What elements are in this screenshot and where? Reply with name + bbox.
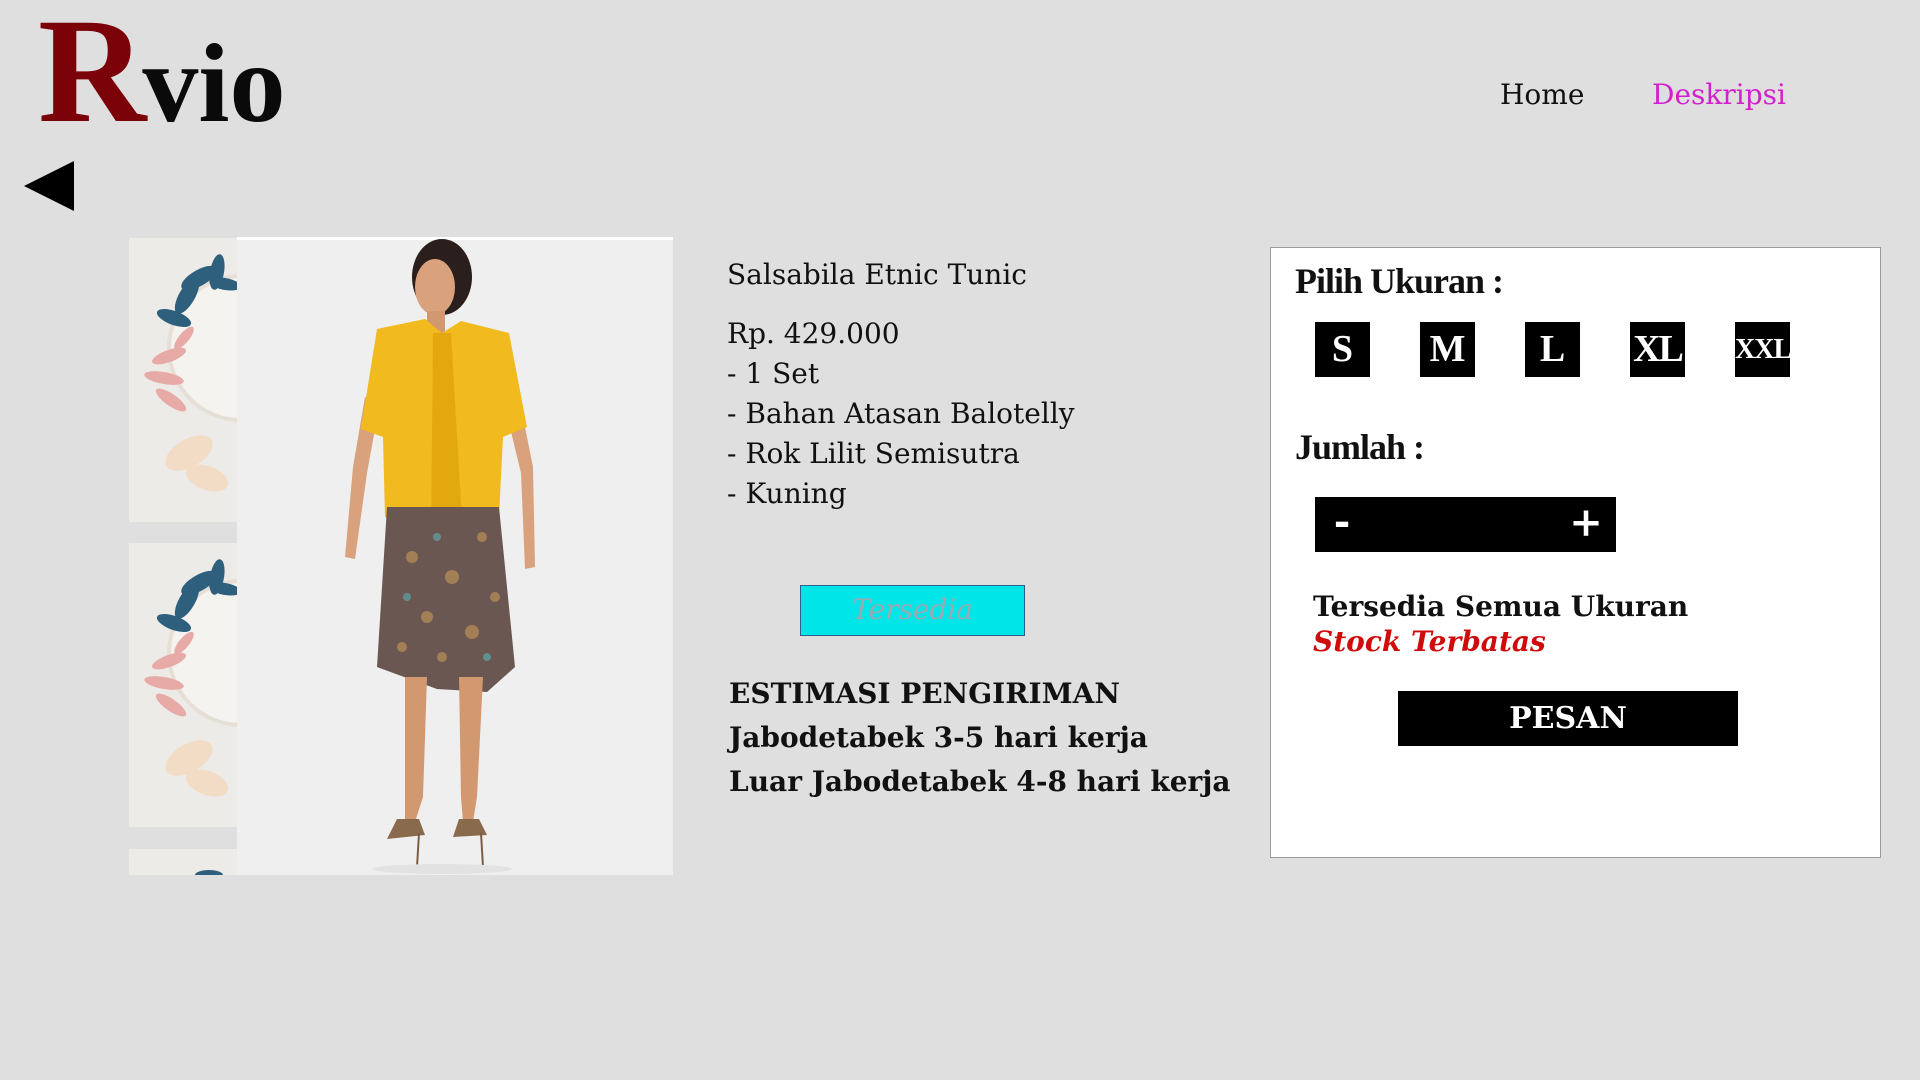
shipping-title: ESTIMASI PENGIRIMAN	[729, 677, 1120, 710]
brand-logo[interactable]: Rvio	[38, 0, 285, 146]
thumbnail-3[interactable]	[129, 849, 237, 875]
size-option-s[interactable]: S	[1315, 322, 1370, 377]
floral-frame-thumbnail-image	[129, 238, 237, 522]
size-label: Pilih Ukuran :	[1295, 261, 1504, 301]
logo-letter: R	[38, 0, 146, 154]
floral-frame-thumbnail-image	[129, 849, 237, 875]
product-main-image	[237, 237, 673, 875]
left-triangle-icon	[24, 161, 74, 211]
quantity-value[interactable]	[1375, 497, 1556, 552]
logo-text: vio	[142, 22, 286, 146]
floral-frame-thumbnail-image	[129, 543, 237, 827]
order-panel: Pilih Ukuran : S M L XL XXL Jumlah : - +…	[1270, 247, 1881, 858]
nav-home-link[interactable]: Home	[1500, 78, 1584, 111]
quantity-increase-button[interactable]: +	[1566, 497, 1606, 552]
stock-warning: Stock Terbatas	[1313, 625, 1546, 658]
quantity-label: Jumlah :	[1295, 427, 1425, 467]
nav-deskripsi-link[interactable]: Deskripsi	[1652, 78, 1786, 111]
shipping-line: Luar Jabodetabek 4-8 hari kerja	[729, 765, 1231, 798]
thumbnail-1[interactable]	[129, 238, 237, 522]
size-availability-text: Tersedia Semua Ukuran	[1313, 590, 1689, 623]
model-photo	[237, 237, 673, 875]
spec-item: - Rok Lilit Semisutra	[727, 437, 1020, 470]
quantity-stepper: - +	[1315, 497, 1616, 552]
size-option-xxl[interactable]: XXL	[1735, 322, 1792, 377]
quantity-decrease-button[interactable]: -	[1327, 497, 1357, 552]
availability-status-button[interactable]: Tersedia	[800, 585, 1025, 636]
spec-item: - Kuning	[727, 477, 847, 510]
thumbnail-2[interactable]	[129, 543, 237, 827]
size-option-m[interactable]: M	[1420, 322, 1475, 377]
size-option-l[interactable]: L	[1525, 322, 1580, 377]
shipping-line: Jabodetabek 3-5 hari kerja	[729, 721, 1148, 754]
product-name: Salsabila Etnic Tunic	[727, 258, 1027, 291]
spec-item: - Bahan Atasan Balotelly	[727, 397, 1075, 430]
back-button[interactable]	[24, 160, 76, 212]
spec-item: - 1 Set	[727, 357, 820, 390]
order-button[interactable]: PESAN	[1398, 691, 1738, 746]
product-specs: Rp. 429.000 - 1 Set - Bahan Atasan Balot…	[727, 314, 1075, 514]
shipping-estimate: ESTIMASI PENGIRIMAN Jabodetabek 3-5 hari…	[729, 672, 1231, 804]
product-price: Rp. 429.000	[727, 317, 900, 350]
size-option-xl[interactable]: XL	[1630, 322, 1685, 377]
